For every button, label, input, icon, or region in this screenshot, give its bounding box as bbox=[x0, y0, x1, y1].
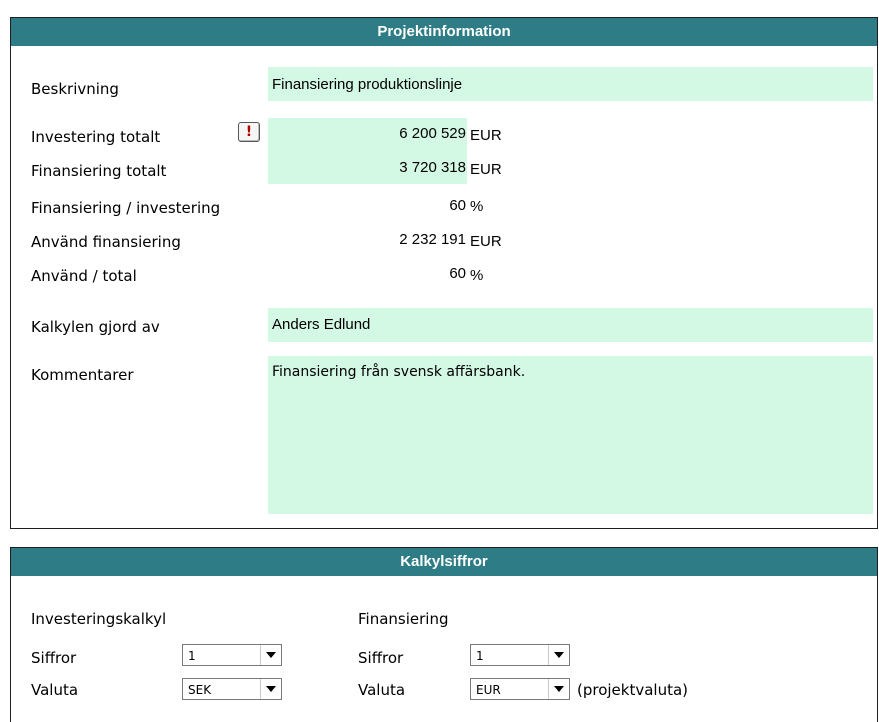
fin-siffror-label: Siffror bbox=[358, 649, 404, 667]
invest-valuta-value: SEK bbox=[188, 683, 212, 697]
invest-valuta-select[interactable]: SEK bbox=[182, 678, 282, 700]
kommentarer-label: Kommentarer bbox=[31, 366, 134, 384]
fin-siffror-value: 1 bbox=[476, 649, 484, 663]
anvand-finansiering-value: 2 232 191 bbox=[399, 231, 466, 248]
investering-totalt-unit: EUR bbox=[470, 127, 502, 144]
chevron-down-icon[interactable] bbox=[260, 645, 281, 665]
anvand-total-unit: % bbox=[470, 267, 484, 284]
warning-icon[interactable]: ! bbox=[238, 122, 260, 142]
finansiering-investering-value: 60 bbox=[449, 197, 466, 214]
chevron-down-icon[interactable] bbox=[548, 645, 569, 665]
kalkylen-gjord-av-field[interactable]: Anders Edlund bbox=[268, 308, 873, 342]
projektvaluta-note: (projektvaluta) bbox=[577, 681, 689, 699]
finansiering-investering-label: Finansiering / investering bbox=[31, 199, 221, 217]
finansiering-totalt-value[interactable]: 3 720 318 bbox=[268, 158, 466, 178]
invest-siffror-select[interactable]: 1 bbox=[182, 644, 282, 666]
anvand-finansiering-unit: EUR bbox=[470, 233, 502, 250]
finansiering-investering-unit: % bbox=[470, 198, 484, 215]
chevron-down-icon[interactable] bbox=[260, 679, 281, 699]
kalkylsiffror-header: Kalkylsiffror bbox=[11, 548, 877, 576]
anvand-total-value: 60 bbox=[449, 265, 466, 282]
investering-totalt-label: Investering totalt bbox=[31, 128, 161, 146]
finansiering-totalt-label: Finansiering totalt bbox=[31, 162, 167, 180]
fin-siffror-select[interactable]: 1 bbox=[470, 644, 570, 666]
chevron-down-icon[interactable] bbox=[548, 679, 569, 699]
investering-totalt-value[interactable]: 6 200 529 bbox=[268, 124, 466, 144]
beskrivning-field[interactable]: Finansiering produktionslinje bbox=[268, 67, 873, 101]
investeringskalkyl-heading: Investeringskalkyl bbox=[31, 610, 167, 628]
invest-valuta-label: Valuta bbox=[31, 681, 79, 699]
invest-siffror-value: 1 bbox=[188, 649, 196, 663]
kalkylen-gjord-av-label: Kalkylen gjord av bbox=[31, 318, 160, 336]
kommentarer-field[interactable]: Finansiering från svensk affärsbank. bbox=[268, 356, 873, 514]
projektinformation-header: Projektinformation bbox=[11, 18, 877, 46]
fin-valuta-select[interactable]: EUR bbox=[470, 678, 570, 700]
kalkylsiffror-panel: Kalkylsiffror bbox=[10, 547, 878, 722]
beskrivning-label: Beskrivning bbox=[31, 80, 119, 98]
fin-valuta-value: EUR bbox=[476, 683, 501, 697]
invest-siffror-label: Siffror bbox=[31, 649, 77, 667]
anvand-finansiering-label: Använd finansiering bbox=[31, 233, 181, 251]
finansiering-totalt-unit: EUR bbox=[470, 161, 502, 178]
finansiering-heading: Finansiering bbox=[358, 610, 449, 628]
anvand-total-label: Använd / total bbox=[31, 267, 137, 285]
fin-valuta-label: Valuta bbox=[358, 681, 406, 699]
